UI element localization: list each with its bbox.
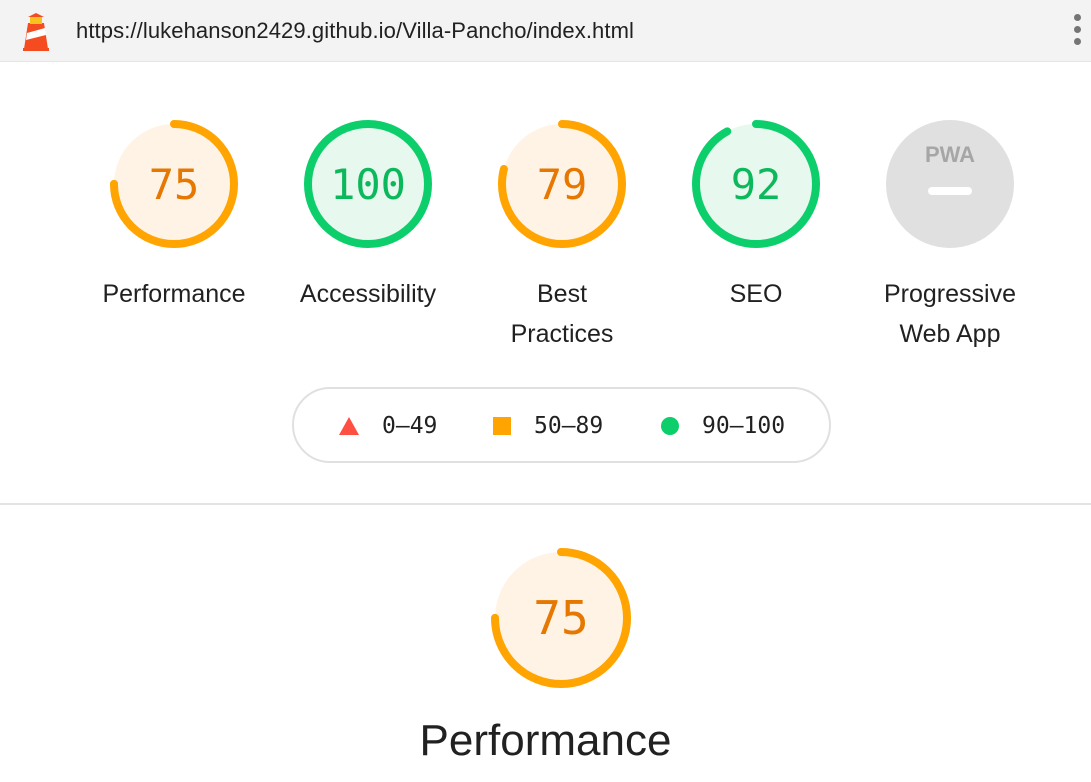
pwa-logo-text: PWA [925, 142, 975, 167]
gauge-label: Best Practices [510, 280, 614, 348]
gauge-pwa[interactable]: PWA Progressive Web App [860, 116, 1040, 354]
legend-range: 0–49 [382, 413, 438, 439]
pwa-badge [886, 120, 1014, 248]
lighthouse-icon [23, 13, 49, 51]
legend-pass: 90–100 [660, 412, 785, 440]
legend-range: 90–100 [702, 413, 786, 439]
gauge-score: 92 [731, 160, 782, 209]
legend-range: 50–89 [534, 413, 604, 439]
page-url[interactable]: https://lukehanson2429.github.io/Villa-P… [76, 18, 634, 44]
triangle-icon [339, 417, 359, 435]
kebab-menu-icon[interactable] [1069, 14, 1085, 50]
gauge-label: Accessibility [299, 280, 437, 308]
pwa-dash [928, 187, 972, 195]
address-bar: https://lukehanson2429.github.io/Villa-P… [0, 0, 1091, 62]
section-score: 75 [533, 591, 588, 645]
gauge-accessibility[interactable]: 100 Accessibility [278, 116, 458, 314]
legend-average: 50–89 [492, 412, 603, 440]
section-divider [0, 503, 1091, 505]
gauge-score: 100 [330, 160, 406, 209]
gauge-seo[interactable]: 92 SEO [666, 116, 846, 314]
gauge-score: 79 [537, 160, 588, 209]
gauge-label: Performance [102, 280, 246, 308]
circle-icon [661, 417, 679, 435]
performance-section-gauge: 75 [486, 543, 636, 698]
gauge-score: 75 [149, 160, 200, 209]
gauge-label: SEO [729, 280, 783, 308]
gauge-performance[interactable]: 75 Performance [84, 116, 264, 314]
legend-fail: 0–49 [338, 412, 437, 440]
section-title: Performance [419, 716, 672, 765]
score-legend: 0–49 50–89 90–100 [292, 387, 831, 463]
gauge-best-practices[interactable]: 79 Best Practices [472, 116, 652, 354]
square-icon [493, 417, 511, 435]
gauge-label: Progressive Web App [884, 280, 1016, 348]
